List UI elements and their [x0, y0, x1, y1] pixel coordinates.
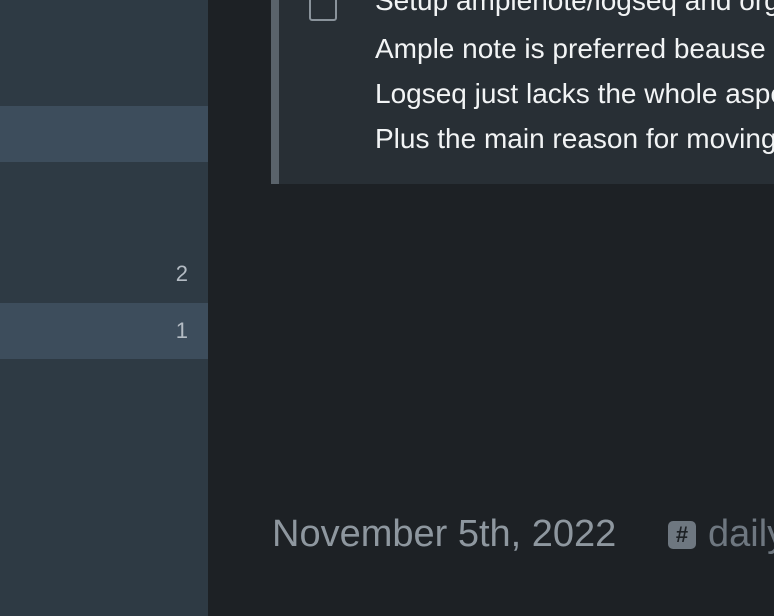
- hash-icon: #: [668, 520, 696, 549]
- sidebar-item-selected[interactable]: 1: [0, 303, 208, 359]
- sidebar: t 2 1: [0, 0, 208, 616]
- checkbox-icon[interactable]: [309, 0, 337, 21]
- tag-label: daily: [708, 513, 774, 555]
- quote-block: Setup amplenote/logseq and org Ample not…: [271, 0, 774, 184]
- sidebar-item[interactable]: t 2: [0, 246, 208, 302]
- task-text[interactable]: Setup amplenote/logseq and org: [375, 0, 774, 17]
- tag-link[interactable]: # daily: [668, 513, 774, 556]
- main-content: Setup amplenote/logseq and org Ample not…: [208, 0, 774, 616]
- sidebar-item-count: 2: [175, 261, 188, 286]
- block-line[interactable]: Plus the main reason for moving: [375, 123, 774, 155]
- sidebar-item-count: 1: [175, 318, 188, 343]
- app-window: t 2 1 Setup amplenote/logseq and org Amp…: [0, 0, 774, 616]
- block-line[interactable]: Ample note is preferred beause o: [375, 33, 774, 65]
- journal-date-title[interactable]: November 5th, 2022: [272, 513, 616, 556]
- block-line[interactable]: Logseq just lacks the whole aspe: [375, 78, 774, 110]
- sidebar-highlight-band[interactable]: [0, 106, 208, 162]
